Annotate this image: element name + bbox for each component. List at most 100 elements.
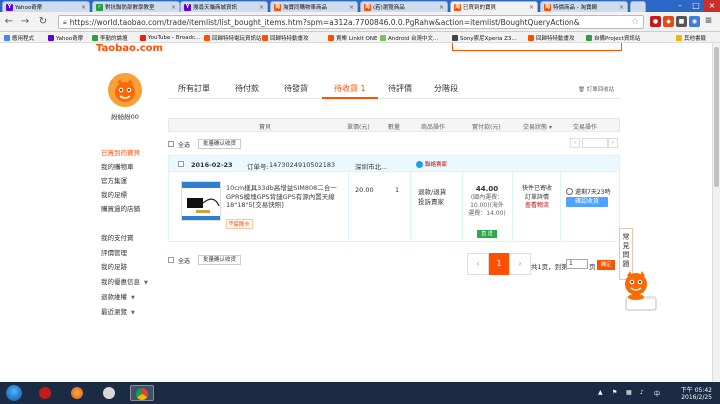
batch-confirm-button[interactable]: 批量确认收货 (198, 139, 242, 149)
tab-pending-receipt[interactable]: 待收貨 1 (334, 83, 366, 94)
order-checkbox[interactable] (178, 161, 184, 167)
recycle-bin-link[interactable]: 🗑︎ 訂單回收站 (578, 85, 614, 93)
tray-network-icon[interactable]: ▦ (626, 389, 633, 396)
bookmark-item[interactable]: Yahoo奇摩 (48, 33, 83, 42)
sidebar-item-recent[interactable]: 最近瀏覽 ▼ (101, 306, 135, 316)
tab-close-icon[interactable]: × (259, 4, 264, 11)
firefox-icon[interactable] (66, 385, 90, 401)
protection-badge[interactable]: ⛨ 保障卡 (226, 219, 253, 229)
bookmark-star-icon[interactable]: ☆ (631, 17, 639, 27)
bookmark-item[interactable]: 其他書籤 (676, 33, 706, 42)
product-title[interactable]: 10cm樣具33db高增益SIM808二合一GPRS模塊GPS背鏈GPS有源內置… (226, 184, 346, 210)
tray-ime-icon[interactable]: 中 (654, 389, 661, 398)
extension-box-icon[interactable]: ■ (676, 16, 687, 27)
bookmark-item[interactable]: 自備Project資訊站 (586, 33, 640, 42)
page-jump-input[interactable]: 1 (566, 259, 588, 269)
new-tab-button[interactable] (630, 1, 646, 12)
browser-tab[interactable]: 淘特價商品 - 淘寶網 × (540, 1, 628, 12)
start-button[interactable] (6, 385, 22, 401)
bookmark-item[interactable]: Android 台灣中文... (380, 33, 438, 42)
adblock-extension-icon[interactable]: ● (650, 16, 661, 27)
select-all-checkbox-bottom[interactable] (168, 257, 174, 263)
minimize-icon[interactable]: – (672, 0, 688, 12)
help-mascot[interactable] (620, 268, 660, 312)
bookmark-item[interactable]: Sony索尼Xperia Z3... (452, 33, 517, 42)
order-detail-link[interactable]: 訂單詳情 (520, 194, 554, 203)
sidebar-item-footprint[interactable]: 我的足標 (101, 189, 127, 199)
tab-pending-review[interactable]: 待評價 (388, 83, 412, 94)
url-input[interactable]: 🔒︎ https://world.taobao.com/trade/itemli… (58, 15, 644, 29)
tray-volume-icon[interactable]: ♪ (640, 389, 647, 396)
prev-page-button[interactable]: ‹ (467, 253, 489, 275)
bookmark-item[interactable]: 賣樂 LinkIt ONE (328, 33, 377, 42)
sidebar-item-shops[interactable]: 購買過的店鋪 (101, 203, 140, 213)
top-search-box[interactable] (452, 43, 622, 51)
tab-close-icon[interactable]: × (529, 4, 534, 11)
tab-close-icon[interactable]: × (171, 4, 176, 11)
scrollbar-thumb[interactable] (714, 47, 719, 187)
maximize-icon[interactable]: □ (688, 0, 704, 12)
taskbar-app-icon[interactable] (34, 385, 58, 401)
refund-link[interactable]: 退款/退貨 (418, 186, 446, 196)
taskbar-time[interactable]: 下午 05:42 (681, 385, 712, 394)
avatar[interactable] (108, 73, 142, 107)
back-icon[interactable]: ← (2, 15, 16, 29)
next-page-mini-button[interactable]: › (608, 138, 618, 148)
vertical-scrollbar[interactable] (712, 43, 720, 382)
page-go-button[interactable]: 确定 (597, 260, 615, 270)
close-window-icon[interactable]: × (704, 0, 720, 12)
taskbar-app-icon[interactable] (98, 385, 122, 401)
logistics-link[interactable]: 查看物流 (520, 202, 554, 211)
tray-chevron-icon[interactable]: ▲ (598, 389, 605, 396)
browser-tab[interactable]: 淘 (若)瀏覽商品 × (360, 1, 448, 12)
taskbar-date[interactable]: 2016/2/25 (681, 394, 712, 401)
tab-close-icon[interactable]: × (619, 4, 624, 11)
browser-tab[interactable]: ✓ 對抗聯防部數學教室 × (92, 1, 180, 12)
tab-staged[interactable]: 分階段 (434, 83, 458, 94)
tab-pending-payment[interactable]: 待付款 (235, 83, 259, 94)
bookmark-item[interactable]: 回歸特特動畫攻 (528, 33, 575, 42)
bookmark-item[interactable]: 李勤的論壇 (92, 33, 128, 42)
contact-seller[interactable]: 聯絡賣家 (416, 160, 447, 168)
batch-confirm-button-bottom[interactable]: 批量确认收货 (198, 255, 242, 265)
browser-tab[interactable]: Y Yahoo奇摩 × (2, 1, 90, 12)
tab-close-icon[interactable]: × (439, 4, 444, 11)
tab-close-icon[interactable]: × (349, 4, 354, 11)
tray-flag-icon[interactable]: ⚑ (612, 389, 619, 396)
chevron-down-icon[interactable]: ▾ (549, 124, 552, 131)
shop-name[interactable]: 深圳市北... (355, 161, 387, 171)
sidebar-item-coupons[interactable]: 我的優惠信息 ▼ (101, 276, 148, 286)
reload-icon[interactable]: ↻ (36, 15, 50, 29)
sidebar-item-bought[interactable]: 已買到的寶貝 (101, 147, 140, 157)
browser-tab[interactable]: Y 搜尋天貓商城資訊 × (180, 1, 268, 12)
sidebar-item-consolidated-shipping[interactable]: 官方集運 (101, 175, 127, 185)
select-all-checkbox[interactable] (168, 141, 174, 147)
prev-page-mini-button[interactable]: ‹ (570, 138, 580, 148)
complain-link[interactable]: 投訴賣家 (418, 196, 444, 206)
tab-pending-shipment[interactable]: 待發貨 (284, 83, 308, 94)
tab-close-icon[interactable]: × (81, 4, 86, 11)
tab-all-orders[interactable]: 所有訂單 (178, 83, 210, 94)
confirm-receipt-button[interactable]: 確認收貨 (566, 197, 608, 207)
sidebar-item-refunds[interactable]: 退款維權 ▼ (101, 291, 135, 301)
bookmark-item[interactable]: 回歸特特電玩資訊站 (204, 33, 262, 42)
bookmark-item[interactable]: 回歸特特動畫攻 (262, 33, 309, 42)
extension-icon[interactable]: ◆ (663, 16, 674, 27)
sidebar-item-cart[interactable]: 我的購物車 (101, 161, 134, 171)
chrome-icon[interactable] (130, 385, 154, 401)
menu-icon[interactable]: ≡ (703, 16, 714, 27)
bookmark-item[interactable]: YouTube - Broadc... (140, 33, 200, 42)
browser-tab[interactable]: 淘淘寶同購物車商品 × (270, 1, 358, 12)
browser-tab[interactable]: 淘已買到的寶貝 × (450, 1, 538, 12)
forward-icon[interactable]: → (18, 15, 32, 29)
extension-blue-icon[interactable]: ◉ (689, 16, 700, 27)
next-page-button[interactable]: › (509, 253, 531, 275)
product-thumbnail[interactable] (181, 181, 221, 221)
sidebar-item-alipay[interactable]: 我的支付寶 (101, 232, 134, 242)
sidebar-item-reviews[interactable]: 評價管理 (101, 247, 127, 257)
taobao-logo[interactable]: Taobao.com (96, 43, 163, 54)
sidebar-item-history[interactable]: 我的足跡 (101, 261, 127, 271)
username[interactable]: 紛紛紛00 (104, 111, 146, 121)
bookmark-item[interactable]: 應用程式 (4, 33, 34, 42)
current-page-button[interactable]: 1 (489, 253, 509, 275)
